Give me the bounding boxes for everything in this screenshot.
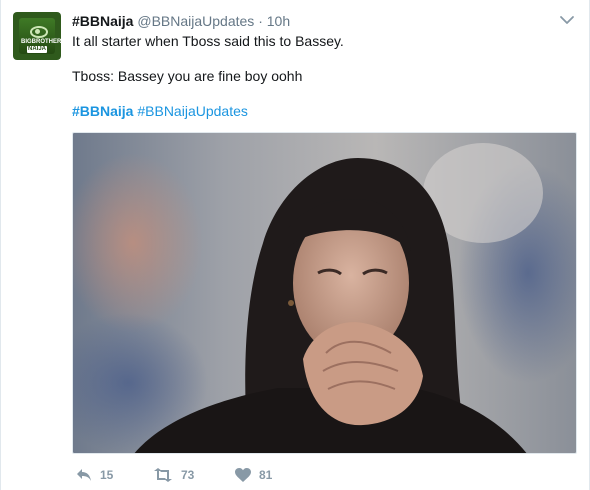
heart-icon — [235, 468, 251, 482]
avatar-logo: BIGBROTHER NAIJA — [19, 18, 61, 54]
photo-woman-hands-clasped — [73, 133, 576, 453]
avatar-text-bottom: NAIJA — [27, 46, 47, 53]
hashtags: #BBNaija #BBNaijaUpdates — [72, 102, 248, 120]
separator-dot: · — [258, 13, 263, 29]
tweet-timestamp[interactable]: 10h — [267, 13, 290, 29]
eye-pupil — [35, 29, 40, 34]
reply-button[interactable]: 15 — [76, 466, 113, 484]
retweet-count: 73 — [181, 468, 195, 482]
retweet-icon — [154, 468, 172, 482]
tweet-card[interactable]: BIGBROTHER NAIJA #BBNaija @BBNaijaUpdate… — [0, 0, 590, 490]
reply-count: 15 — [100, 468, 114, 482]
like-count: 81 — [259, 468, 273, 482]
reply-icon — [77, 469, 91, 481]
user-handle[interactable]: @BBNaijaUpdates — [137, 13, 254, 29]
like-button[interactable]: 81 — [235, 466, 272, 484]
chevron-down-icon[interactable] — [559, 12, 575, 28]
hashtag-link[interactable]: #BBNaijaUpdates — [137, 103, 248, 119]
display-name[interactable]: #BBNaija — [72, 13, 133, 29]
avatar[interactable]: BIGBROTHER NAIJA — [13, 12, 61, 60]
tweet-text-line: It all starter when Tboss said this to B… — [72, 33, 344, 49]
tweet-text-line: Tboss: Bassey you are fine boy oohh — [72, 68, 303, 84]
hashtag-link[interactable]: #BBNaija — [72, 103, 133, 119]
tweet-photo[interactable] — [72, 132, 577, 454]
tweet-header: #BBNaija @BBNaijaUpdates · 10h — [72, 12, 290, 30]
retweet-button[interactable]: 73 — [153, 466, 194, 484]
avatar-text-top: BIGBROTHER — [21, 39, 61, 45]
